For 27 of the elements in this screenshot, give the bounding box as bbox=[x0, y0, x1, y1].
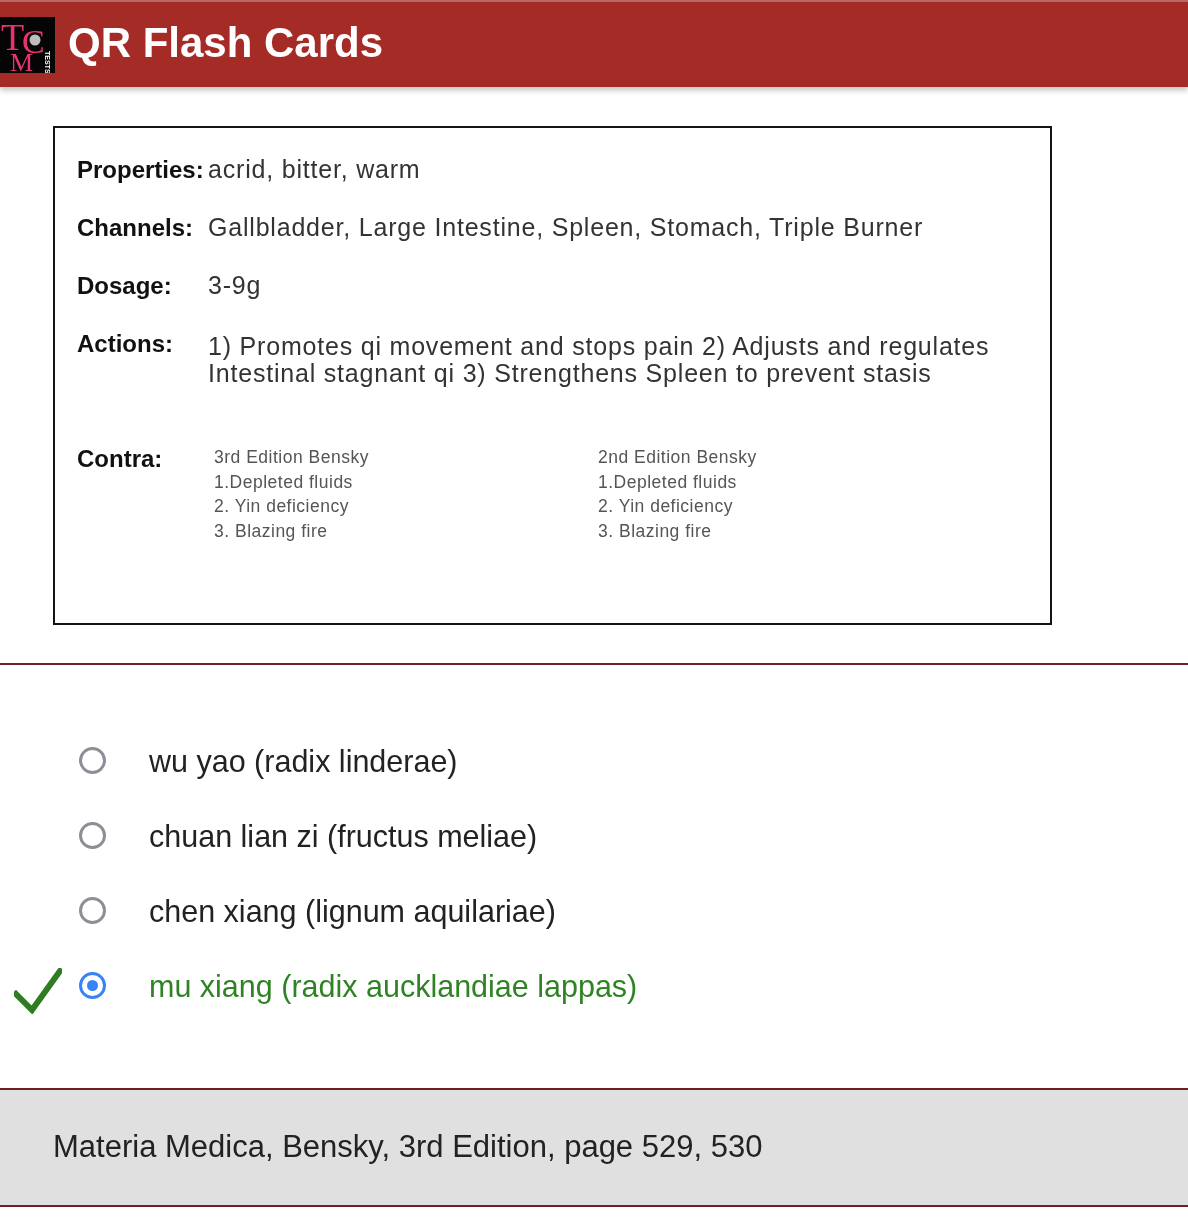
contra-heading: 2nd Edition Bensky bbox=[598, 446, 758, 469]
app-title: QR Flash Cards bbox=[68, 22, 384, 64]
contra-heading: 3rd Edition Bensky bbox=[214, 446, 370, 469]
contra-item: 1.Depleted fluids bbox=[214, 470, 354, 494]
field-value: 1) Promotes qi movement and stops pain 2) Adjusts and regulates Intestinal stagnant qi 3) Strengthens Spleen to prevent stasis bbox=[208, 331, 991, 387]
contra-item: 1.Depleted fluids bbox=[598, 470, 738, 494]
answer-option[interactable]: wu yao (radix linderae) bbox=[149, 741, 458, 780]
radio-button[interactable] bbox=[79, 747, 106, 774]
radio-button[interactable] bbox=[79, 972, 106, 999]
contra-item: 2. Yin deficiency bbox=[598, 495, 734, 518]
field-value: acrid, bitter, warm bbox=[208, 156, 422, 184]
field-label: Dosage: bbox=[77, 272, 173, 300]
field-value: 3-9g bbox=[208, 272, 263, 300]
answer-option[interactable]: mu xiang (radix aucklandiae lappas) bbox=[149, 966, 638, 1005]
radio-button[interactable] bbox=[79, 897, 106, 924]
answer-option[interactable]: chuan lian zi (fructus meliae) bbox=[149, 816, 538, 855]
contra-item: 3. Blazing fire bbox=[598, 519, 713, 543]
reference-text: Materia Medica, Bensky, 3rd Edition, page 529, 530 bbox=[53, 1128, 763, 1167]
answer-option[interactable]: chen xiang (lignum aquilariae) bbox=[149, 891, 556, 930]
field-label: Properties: bbox=[77, 156, 205, 184]
contra-item: 2. Yin deficiency bbox=[214, 495, 350, 518]
radio-button[interactable] bbox=[79, 822, 106, 849]
field-label: Actions: bbox=[77, 330, 174, 359]
field-label: Contra: bbox=[77, 445, 164, 474]
contra-item: 3. Blazing fire bbox=[214, 519, 329, 543]
field-label: Channels: bbox=[77, 214, 194, 242]
field-value: Gallbladder, Large Intestine, Spleen, Stomach, Triple Burner bbox=[208, 214, 925, 242]
